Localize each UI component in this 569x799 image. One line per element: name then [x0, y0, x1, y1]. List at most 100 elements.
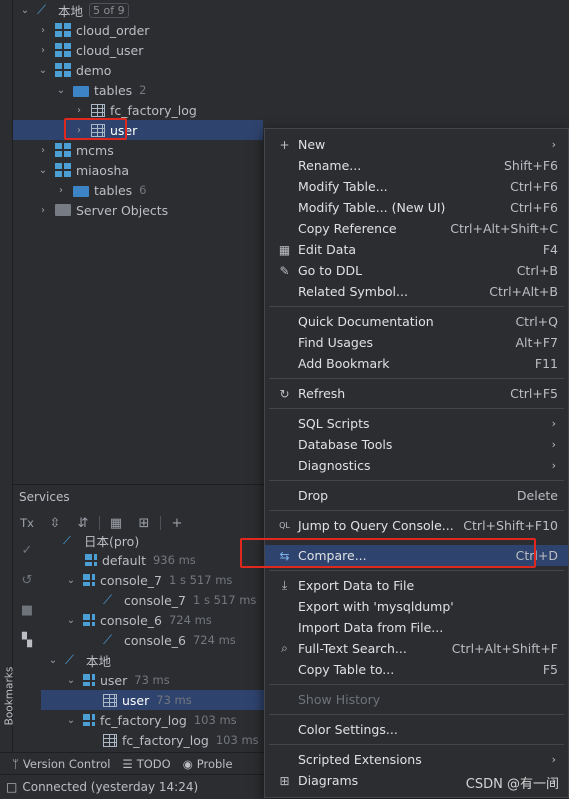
tree-node-miaosha[interactable]: ⌄ miaosha	[37, 160, 129, 180]
annotation-highlight-user	[64, 118, 127, 140]
table-icon	[91, 103, 105, 117]
menu-item-database-tools[interactable]: Database Tools ›	[265, 434, 568, 455]
menu-item-related-symbol[interactable]: Related Symbol... Ctrl+Alt+B	[265, 281, 568, 302]
menu-item-full-text-search[interactable]: ⌕ Full-Text Search... Ctrl+Alt+Shift+F	[265, 638, 568, 659]
menu-item-export-data[interactable]: ⤓ Export Data to File	[265, 575, 568, 596]
service-node-fc-factory-log-table[interactable]: fc_factory_log 103 ms	[103, 730, 259, 750]
tree-node-demo-tables[interactable]: ⌄ tables 2	[55, 80, 147, 100]
stop-icon[interactable]: ■	[13, 596, 41, 626]
menu-item-add-bookmark[interactable]: Add Bookmark F11	[265, 353, 568, 374]
tree-node-root[interactable]: ⌄ ⟋ 本地 5 of 9	[19, 0, 129, 20]
service-duration: 1 s 517 ms	[192, 593, 257, 607]
collapse-all-icon[interactable]: ⇵	[69, 516, 97, 531]
service-node-user-table[interactable]: user 73 ms	[103, 690, 192, 710]
version-control-tab[interactable]: ᛘ Version Control	[12, 757, 110, 771]
service-node-console-7-child[interactable]: ⟋ console_7 1 s 517 ms	[103, 590, 256, 610]
menu-shortcut: Ctrl+Alt+Shift+C	[450, 221, 558, 236]
service-label: console_7	[100, 572, 162, 588]
tree-node-demo[interactable]: ⌄ demo	[37, 60, 112, 80]
chevron-down-icon[interactable]: ⌄	[65, 675, 77, 686]
service-node-console-6-child[interactable]: ⟋ console_6 724 ms	[103, 630, 236, 650]
tree-node-label: cloud_user	[76, 42, 144, 58]
chevron-down-icon[interactable]: ⌄	[55, 85, 67, 96]
menu-separator	[269, 744, 564, 745]
service-node-fc-factory-log[interactable]: ⌄ fc_factory_log 103 ms	[65, 710, 237, 730]
table-icon	[103, 733, 117, 747]
group-by-icon[interactable]: ▦	[102, 516, 130, 531]
chevron-down-icon[interactable]: ⌄	[65, 615, 77, 626]
menu-item-color-settings[interactable]: Color Settings...	[265, 719, 568, 740]
menu-item-go-to-ddl[interactable]: ✎ Go to DDL Ctrl+B	[265, 260, 568, 281]
menu-item-drop[interactable]: Drop Delete	[265, 485, 568, 506]
transaction-mode-button[interactable]: Tx	[13, 516, 41, 530]
expand-all-icon[interactable]: ⇳	[41, 516, 69, 531]
service-node-console-7[interactable]: ⌄ console_7 1 s 517 ms	[65, 570, 233, 590]
menu-item-find-usages[interactable]: Find Usages Alt+F7	[265, 332, 568, 353]
chevron-down-icon[interactable]: ⌄	[65, 575, 77, 586]
menu-item-quick-documentation[interactable]: Quick Documentation Ctrl+Q	[265, 311, 568, 332]
service-node-local[interactable]: ⌄ ⟋ 本地	[47, 650, 111, 670]
menu-item-scripted-extensions[interactable]: Scripted Extensions ›	[265, 749, 568, 770]
service-label: console_6	[124, 632, 186, 648]
refresh-icon: ↻	[279, 386, 290, 401]
service-duration: 103 ms	[193, 713, 237, 727]
tree-node-miaosha-tables[interactable]: › tables 6	[55, 180, 147, 200]
chevron-right-icon[interactable]: ›	[37, 45, 49, 56]
service-node-console-6[interactable]: ⌄ console_6 724 ms	[65, 610, 212, 630]
chevron-down-icon[interactable]: ⌄	[19, 5, 31, 16]
tree-node-cloud-order[interactable]: › cloud_order	[37, 20, 149, 40]
filter-icon[interactable]: ⊞	[130, 516, 158, 531]
add-service-icon[interactable]: +	[163, 516, 191, 531]
tree-node-label: mcms	[76, 142, 114, 158]
commit-icon[interactable]: ✓	[13, 536, 41, 566]
menu-shortcut: Ctrl+Alt+B	[489, 284, 558, 299]
tree-node-cloud-user[interactable]: › cloud_user	[37, 40, 143, 60]
menu-item-edit-data[interactable]: ▦ Edit Data F4	[265, 239, 568, 260]
chevron-down-icon[interactable]: ⌄	[47, 655, 59, 666]
tree-node-server-objects[interactable]: › Server Objects	[37, 200, 168, 220]
table-icon	[103, 693, 117, 707]
menu-item-modify-table[interactable]: Modify Table... Ctrl+F6	[265, 176, 568, 197]
service-node-default[interactable]: default 936 ms	[85, 550, 196, 570]
menu-item-diagnostics[interactable]: Diagnostics ›	[265, 455, 568, 476]
services-side-actions: ✓ ↺ ■ ▚	[13, 536, 41, 752]
chevron-right-icon[interactable]: ›	[37, 25, 49, 36]
menu-item-import-data[interactable]: Import Data from File...	[265, 617, 568, 638]
chevron-right-icon[interactable]: ›	[73, 105, 85, 116]
menu-shortcut: Ctrl+Shift+F10	[463, 518, 558, 533]
menu-item-show-history: Show History	[265, 689, 568, 710]
chevron-right-icon[interactable]: ›	[37, 205, 49, 216]
service-label: user	[100, 672, 128, 688]
tab-label: Proble	[196, 756, 233, 771]
console-icon: ⟋	[103, 633, 113, 648]
context-menu: + New › Rename... Shift+F6 Modify Table.…	[264, 128, 569, 798]
chevron-down-icon[interactable]: ⌄	[65, 715, 77, 726]
todo-tab[interactable]: ☰ TODO	[122, 757, 170, 771]
menu-item-copy-table[interactable]: Copy Table to... F5	[265, 659, 568, 680]
menu-item-export-mysqldump[interactable]: Export with 'mysqldump'	[265, 596, 568, 617]
service-duration: 936 ms	[152, 553, 196, 567]
menu-item-copy-reference[interactable]: Copy Reference Ctrl+Alt+Shift+C	[265, 218, 568, 239]
menu-label: Rename...	[298, 158, 362, 173]
chevron-down-icon[interactable]: ⌄	[37, 65, 49, 76]
rollback-icon[interactable]: ↺	[13, 566, 41, 596]
services-tree: ⟋ 日本(pro) default 936 ms ⌄ console_7 1 s…	[41, 536, 265, 752]
chevron-down-icon[interactable]: ⌄	[37, 165, 49, 176]
tree-node-mcms[interactable]: › mcms	[37, 140, 114, 160]
problems-tab[interactable]: ◉ Proble	[183, 757, 233, 771]
service-node-pro[interactable]: ⟋ 日本(pro)	[63, 536, 139, 550]
menu-item-new[interactable]: + New ›	[265, 134, 568, 155]
menu-item-rename[interactable]: Rename... Shift+F6	[265, 155, 568, 176]
menu-item-sql-scripts[interactable]: SQL Scripts ›	[265, 413, 568, 434]
menu-item-modify-table-new-ui[interactable]: Modify Table... (New UI) Ctrl+F6	[265, 197, 568, 218]
menu-item-refresh[interactable]: ↻ Refresh Ctrl+F5	[265, 383, 568, 404]
chevron-right-icon[interactable]: ›	[55, 185, 67, 196]
menu-label: Diagnostics	[298, 458, 371, 473]
service-node-user[interactable]: ⌄ user 73 ms	[65, 670, 170, 690]
tree-node-fc-factory-log[interactable]: › fc_factory_log	[73, 100, 197, 120]
layout-icon[interactable]: ▚	[13, 626, 41, 656]
menu-label: Copy Table to...	[298, 662, 395, 677]
menu-item-jump-to-query-console[interactable]: QL Jump to Query Console... Ctrl+Shift+F…	[265, 515, 568, 536]
menu-separator	[269, 408, 564, 409]
chevron-right-icon[interactable]: ›	[37, 145, 49, 156]
